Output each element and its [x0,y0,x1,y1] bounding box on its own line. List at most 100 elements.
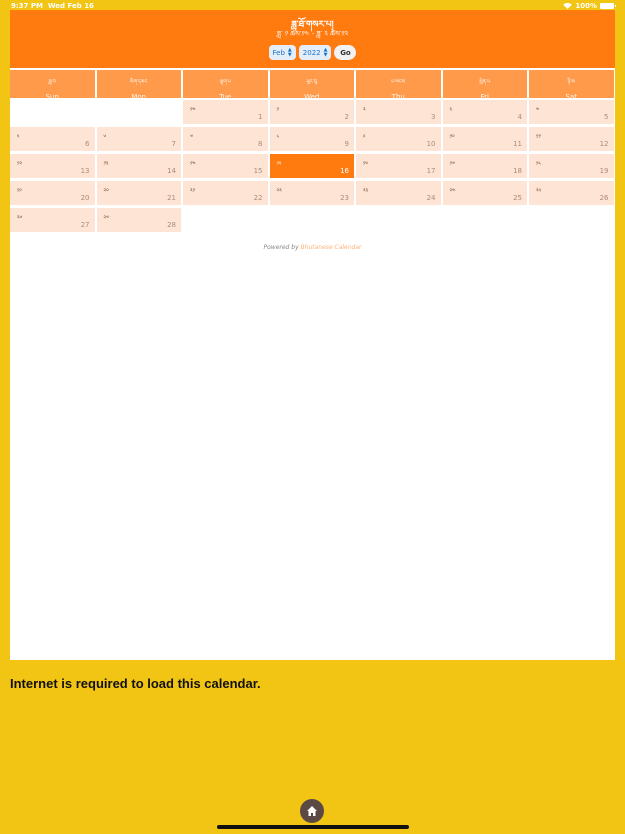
lunar-day: ༡༥ [276,161,282,167]
weekday-bt: ཟླ་བ [48,79,56,85]
lunar-day: ༣ [449,107,453,113]
weekday-bt: ཉི་མ [567,79,575,85]
wifi-icon [563,3,573,9]
weekday-header-thu: པ་སངས Thu [356,70,441,101]
weekday-header-mon: མིག་དམར Mon [96,70,181,101]
day-cell[interactable]: ༡2 [269,100,354,124]
month-select[interactable]: Feb ▲ ▼ [268,45,296,60]
day-cell[interactable]: ༡༠ 11 [442,127,527,151]
lunar-day: ༡༣ [103,161,109,167]
day-cell[interactable]: ༣4 [442,100,527,124]
lunar-day: ༨ [276,134,280,140]
day-cell[interactable]: ༤5 [529,100,614,124]
lunar-day: ༡༨ [536,161,541,167]
day-cell[interactable]: ༡༤ 15 [183,154,268,178]
calendar-subtitle: ཟླ་ ༡ ཚེས་༡༤ - ཟླ་ ༢ ཚེས་༡༢ [276,30,349,38]
day-number: 8 [258,140,263,148]
lunar-day: ༡༤ [190,161,196,167]
home-button[interactable] [300,799,324,823]
battery-percent: 100% [575,2,597,10]
day-cell[interactable]: ༡༤ 1 [183,100,268,124]
day-number: 27 [80,221,90,229]
battery-icon [600,3,616,9]
day-cell[interactable]: ༡༧ 18 [442,154,527,178]
lunar-day: ༢༣ [363,188,369,194]
day-number: 25 [513,194,522,202]
calendar-webview: ཟླ་ཐོ་གསར་པ། ཟླ་ ༡ ཚེས་༡༤ - ཟླ་ ༢ ཚེས་༡༢… [10,10,615,660]
weekday-bt: ཕུར་བུ [306,79,318,85]
day-cell[interactable]: ༢༠ 21 [96,181,181,205]
weekday-bt: ལྷག་པ [219,79,231,85]
day-cell[interactable]: ༡༢ 13 [10,154,95,178]
day-cell[interactable]: ༢༤ 25 [442,181,527,205]
select-chevron-icon: ▲ ▼ [323,46,328,58]
day-number: 4 [517,113,522,121]
lunar-day: ༢༧ [103,215,110,221]
day-cell[interactable]: ༥6 [10,127,95,151]
lunar-day: ༡༠ [449,134,455,140]
day-cell[interactable]: ༩ 10 [356,127,441,151]
day-number: 22 [253,194,263,202]
month-controls: Feb ▲ ▼ 2022 ▲ ▼ Go [10,45,615,60]
weekday-header-sun: ཟླ་བ Sun [10,70,95,101]
lunar-day: ༡༩ [17,188,22,194]
day-cell[interactable]: ༨9 [269,127,354,151]
day-cell[interactable]: ༦7 [96,127,181,151]
day-number: 15 [253,167,263,175]
weekday-header-tue: ལྷག་པ Tue [183,70,268,101]
lunar-day: ༧ [190,134,194,140]
powered-by: Powered by Bhutanese Calendar [263,244,362,251]
day-number: 1 [258,113,263,121]
day-number: 21 [167,194,176,202]
weekday-en: Sun [45,93,59,101]
day-number: 23 [340,194,349,202]
day-cell[interactable]: ༡༡ 12 [529,127,614,151]
day-number: 18 [513,167,522,175]
day-cell[interactable]: ༧8 [183,127,268,151]
go-button[interactable]: Go [334,45,357,60]
lunar-day: ༢༡ [190,188,196,194]
day-cell[interactable]: ༢༡ 22 [183,181,268,205]
day-number: 12 [599,140,609,148]
day-cell[interactable]: ༡༦ 17 [356,154,441,178]
weekday-bt: པ་སངས [391,79,406,85]
day-number: 28 [167,221,176,229]
status-time: 9:37 PM Wed Feb 16 [11,2,94,10]
lunar-day: ༡༤ [190,107,196,113]
lunar-day: ༢ [363,107,366,113]
lunar-day: ༢༦ [17,215,23,221]
day-number: 6 [85,140,90,148]
day-number: 14 [167,167,176,175]
home-icon [307,806,317,816]
lunar-day: ༡༦ [363,161,369,167]
weekday-header-sat: ཉི་མ Sat [529,70,614,101]
bhutanese-calendar-link[interactable]: Bhutanese Calendar [301,244,362,251]
day-cell[interactable]: ༢༣ 24 [356,181,441,205]
day-number: 20 [80,194,90,202]
day-cell[interactable]: ༡༩ 20 [10,181,95,205]
lunar-day: ༡༧ [449,161,456,167]
day-cell[interactable]: ༢3 [356,100,441,124]
day-number: 3 [431,113,436,121]
lunar-day: ༤ [536,107,540,113]
lunar-day: ༡༡ [536,134,541,140]
day-number: 26 [599,194,609,202]
day-number: 5 [604,113,609,121]
day-number: 16 [340,167,349,175]
day-cell[interactable]: ༢༥ 26 [529,181,614,205]
day-number: 24 [426,194,436,202]
lunar-day: ༡ [276,107,279,113]
lunar-day: ༦ [103,134,107,140]
day-cell-today[interactable]: ༡༥ 16 [269,154,354,178]
day-cell[interactable]: ༢༢ 23 [269,181,354,205]
weekday-header-fri: སྤེན་པ Fri [442,70,527,101]
year-select[interactable]: 2022 ▲ ▼ [298,45,332,60]
day-number: 9 [344,140,349,148]
status-right: 100% [563,2,616,10]
day-cell[interactable]: ༡༨ 19 [529,154,614,178]
day-cell[interactable]: ༢༧ 28 [96,208,181,232]
day-number: 11 [513,140,522,148]
day-cell[interactable]: ༡༣ 14 [96,154,181,178]
lunar-day: ༢༠ [103,188,109,194]
day-cell[interactable]: ༢༦ 27 [10,208,95,232]
